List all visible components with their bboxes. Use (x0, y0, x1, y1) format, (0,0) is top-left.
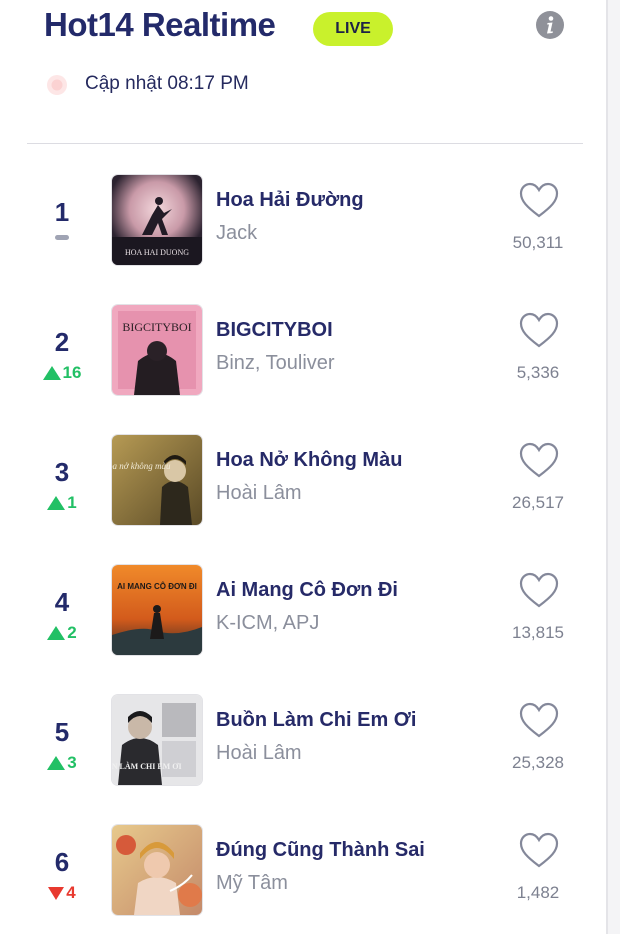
cover-text: Hoa nở không màu (112, 461, 171, 471)
album-cover[interactable]: AI MANG CÔ ĐƠN ĐI (112, 565, 202, 655)
heart-icon[interactable] (519, 572, 559, 610)
song-artist[interactable]: Binz, Touliver (216, 352, 335, 375)
song-title[interactable]: Buồn Làm Chi Em Ơi (216, 709, 416, 732)
song-title[interactable]: BIGCITYBOI (216, 319, 333, 342)
like-count: 26,517 (512, 493, 564, 512)
album-cover[interactable]: BIGCITYBOI (112, 305, 202, 395)
dash-icon (55, 235, 69, 240)
like-count: 50,311 (512, 233, 564, 252)
song-title[interactable]: Hoa Hải Đường (216, 189, 364, 212)
song-artist[interactable]: Hoài Lâm (216, 482, 302, 505)
arrow-up-icon (42, 366, 61, 380)
rank-change-up: 2 (36, 623, 88, 643)
rank-number: 1 (54, 197, 70, 227)
song-artist[interactable]: K-ICM, APJ (216, 612, 319, 635)
rank-number: 3 (54, 457, 70, 487)
list-item[interactable]: 4 2 AI MANG CÔ ĐƠN ĐI Ai Mang Cô Đơn Đi … (0, 565, 600, 675)
heart-icon[interactable] (519, 182, 559, 220)
song-title[interactable]: Đúng Cũng Thành Sai (216, 839, 425, 862)
like-count: 1,482 (516, 883, 560, 902)
rank-number: 5 (54, 717, 70, 747)
list-item[interactable]: 5 3 BUỒN LÀM CHI EM ƠI Buồn Làm Chi Em Ơ… (0, 695, 600, 805)
heart-icon[interactable] (519, 702, 559, 740)
page-title: Hot14 Realtime (44, 6, 276, 43)
album-cover[interactable]: Hoa nở không màu (112, 435, 202, 525)
like-count: 5,336 (516, 363, 560, 382)
list-item[interactable]: 6 4 Đúng Cũng Thành Sai Mỹ Tâm 1,482 (0, 825, 600, 935)
page-margin (608, 0, 620, 934)
song-artist[interactable]: Mỹ Tâm (216, 872, 288, 895)
list-item[interactable]: 1 HOA HAI DUONG Hoa Hải Đường Jack 50,31… (0, 175, 600, 285)
song-artist[interactable]: Jack (216, 222, 257, 245)
arrow-up-icon (47, 496, 66, 510)
cover-text: AI MANG CÔ ĐƠN ĐI (117, 582, 197, 591)
album-cover[interactable] (112, 825, 202, 915)
update-time: Cập nhật 08:17 PM (85, 73, 249, 94)
cover-text: HOA HAI DUONG (125, 248, 189, 257)
rank-number: 2 (54, 327, 70, 357)
rank-change-down: 4 (36, 883, 88, 903)
divider (27, 143, 583, 144)
like-count: 13,815 (512, 623, 564, 642)
rank-change-up: 16 (36, 363, 88, 383)
cover-text: BIGCITYBOI (122, 320, 191, 334)
info-icon[interactable] (535, 10, 565, 40)
rank-number: 4 (54, 587, 70, 617)
live-dot-icon (46, 74, 68, 96)
heart-icon[interactable] (519, 312, 559, 350)
list-item[interactable]: 2 16 BIGCITYBOI BIGCITYBOI Binz, Toulive… (0, 305, 600, 415)
heart-icon[interactable] (519, 442, 559, 480)
rank-change-up: 3 (36, 753, 88, 773)
list-item[interactable]: 3 1 Hoa nở không màu Hoa Nở Không Màu Ho… (0, 435, 600, 545)
rank-number: 6 (54, 847, 70, 877)
rank-change-none (36, 233, 88, 240)
song-title[interactable]: Hoa Nở Không Màu (216, 449, 402, 472)
cover-text: BUỒN LÀM CHI EM ƠI (112, 761, 182, 771)
song-title[interactable]: Ai Mang Cô Đơn Đi (216, 579, 398, 602)
rank-change-up: 1 (36, 493, 88, 513)
live-badge: LIVE (313, 12, 393, 46)
heart-icon[interactable] (519, 832, 559, 870)
arrow-up-icon (47, 626, 66, 640)
like-count: 25,328 (512, 753, 564, 772)
album-cover[interactable]: HOA HAI DUONG (112, 175, 202, 265)
song-artist[interactable]: Hoài Lâm (216, 742, 302, 765)
arrow-down-icon (48, 886, 65, 900)
arrow-up-icon (47, 756, 66, 770)
album-cover[interactable]: BUỒN LÀM CHI EM ƠI (112, 695, 202, 785)
